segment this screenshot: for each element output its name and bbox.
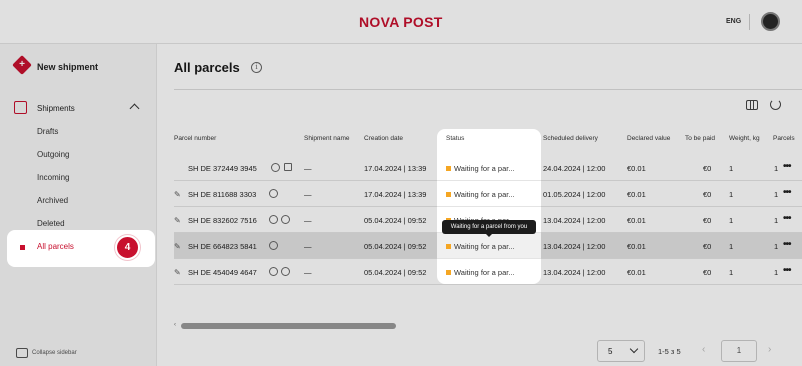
- tutorial-step-badge: 4: [115, 235, 140, 260]
- status-text: Waiting for a par...: [454, 190, 515, 199]
- status-text: Waiting for a par...: [454, 268, 515, 277]
- status-text: Waiting for a par...: [454, 164, 515, 173]
- status-text: Waiting for a par...: [454, 242, 515, 251]
- status-cell[interactable]: Waiting for a par...: [437, 155, 541, 181]
- sidebar-item-label: All parcels: [37, 242, 74, 251]
- status-column-highlight: Status Waiting for a par... Waiting for …: [437, 129, 541, 284]
- tutorial-overlay: [0, 0, 802, 366]
- active-indicator-icon: [20, 245, 25, 250]
- status-indicator-icon: [446, 192, 451, 197]
- status-indicator-icon: [446, 166, 451, 171]
- column-header-status[interactable]: Status: [446, 135, 464, 142]
- status-indicator-icon: [446, 244, 451, 249]
- status-indicator-icon: [446, 270, 451, 275]
- status-cell[interactable]: Waiting for a par...: [437, 181, 541, 207]
- status-cell[interactable]: Waiting for a par...: [437, 259, 541, 284]
- status-tooltip: Waiting for a parcel from you: [442, 220, 536, 237]
